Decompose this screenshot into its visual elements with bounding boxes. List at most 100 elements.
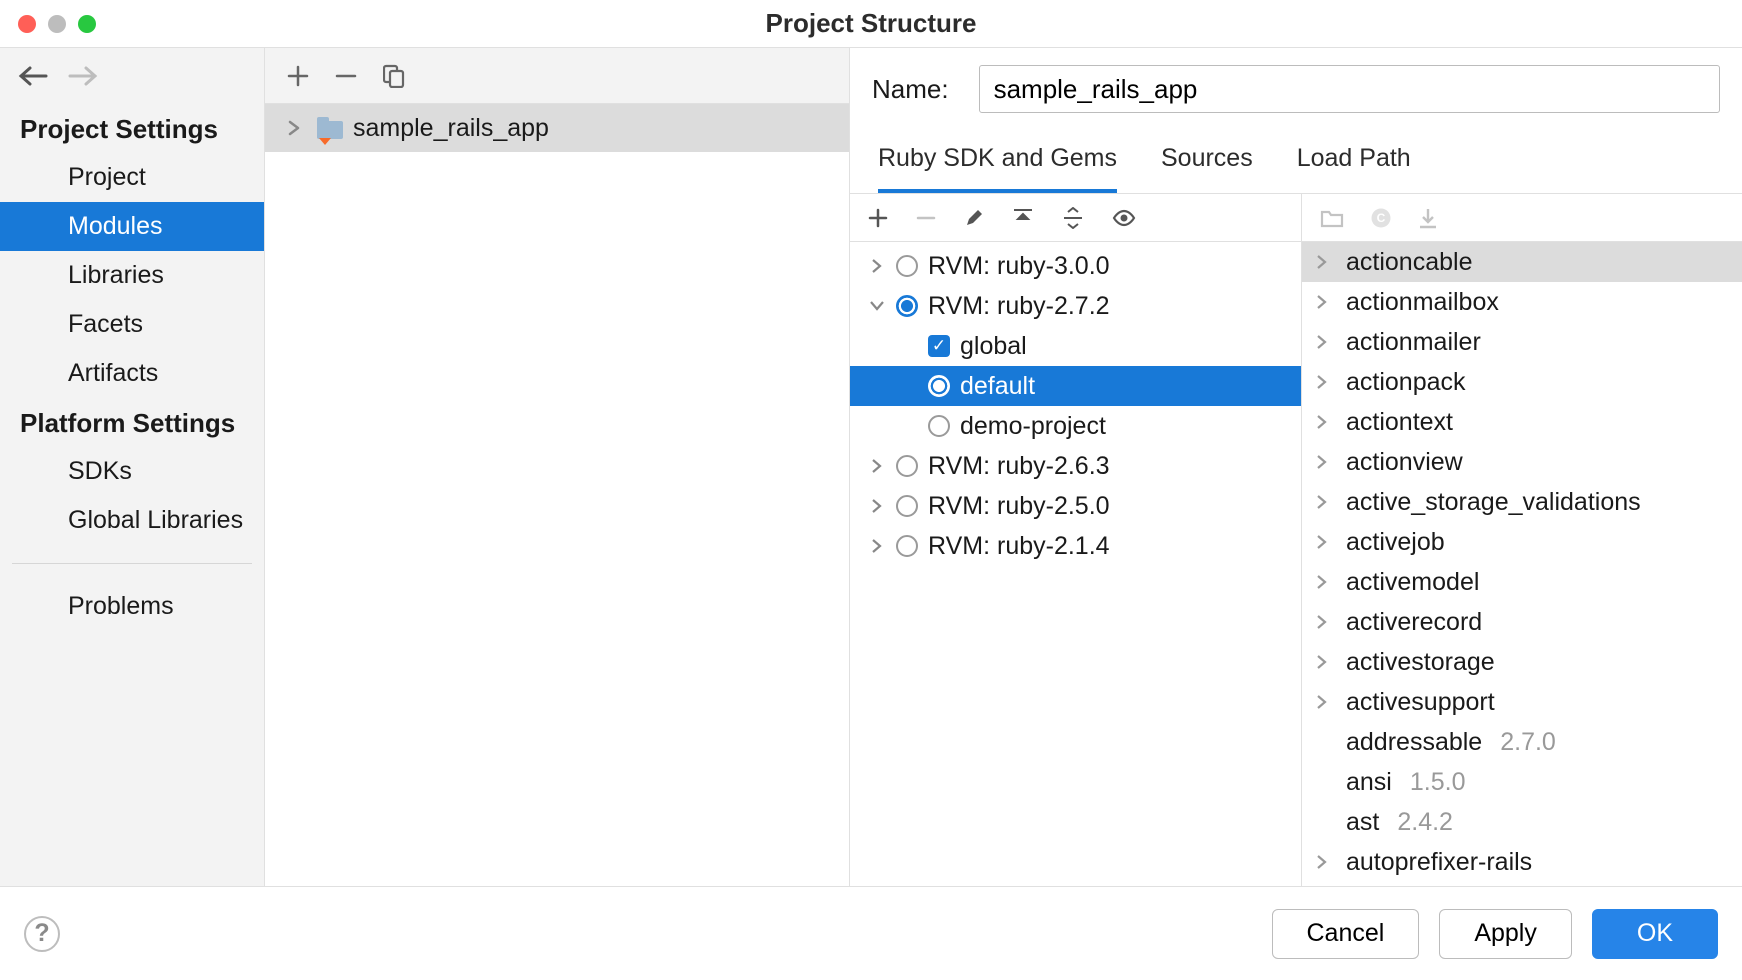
- sidebar-item-libraries[interactable]: Libraries: [0, 251, 264, 300]
- collapse-all-icon[interactable]: [1062, 207, 1084, 229]
- chevron-right-icon: [868, 539, 886, 553]
- show-icon[interactable]: [1112, 209, 1136, 227]
- gem-row[interactable]: activestorage: [1302, 642, 1742, 682]
- add-module-icon[interactable]: [287, 65, 309, 87]
- sdk-label: RVM: ruby-2.5.0: [928, 492, 1110, 521]
- tab-ruby-sdk-gems[interactable]: Ruby SDK and Gems: [878, 130, 1117, 193]
- expand-all-icon[interactable]: [1012, 207, 1034, 229]
- radio-icon[interactable]: [896, 295, 918, 317]
- gem-name: actionpack: [1346, 368, 1466, 397]
- gem-name: activestorage: [1346, 648, 1495, 677]
- copyright-icon[interactable]: C: [1370, 207, 1392, 229]
- sidebar: Project Settings Project Modules Librari…: [0, 48, 265, 886]
- chevron-right-icon: [868, 499, 886, 513]
- module-details-panel: Name: Ruby SDK and Gems Sources Load Pat…: [850, 48, 1742, 886]
- sdk-panel: RVM: ruby-3.0.0 RVM: ruby-2.7.2 ✓ global…: [850, 194, 1302, 886]
- gem-row[interactable]: addressable2.7.0: [1302, 722, 1742, 762]
- window-zoom-button[interactable]: [78, 15, 96, 33]
- ok-button[interactable]: OK: [1592, 909, 1718, 959]
- gem-row[interactable]: activerecord: [1302, 602, 1742, 642]
- sidebar-item-project[interactable]: Project: [0, 153, 264, 202]
- open-folder-icon[interactable]: [1320, 208, 1344, 228]
- sidebar-divider: [12, 563, 252, 564]
- gem-row[interactable]: activesupport: [1302, 682, 1742, 722]
- gem-row[interactable]: actionview: [1302, 442, 1742, 482]
- sidebar-item-sdks[interactable]: SDKs: [0, 447, 264, 496]
- window-minimize-button[interactable]: [48, 15, 66, 33]
- radio-icon[interactable]: [928, 415, 950, 437]
- gem-row[interactable]: actioncable: [1302, 242, 1742, 282]
- radio-icon[interactable]: [896, 455, 918, 477]
- gemset-row[interactable]: default: [850, 366, 1301, 406]
- tab-load-path[interactable]: Load Path: [1297, 130, 1411, 193]
- remove-module-icon[interactable]: [335, 65, 357, 87]
- radio-icon[interactable]: [896, 535, 918, 557]
- gem-row[interactable]: actionmailer: [1302, 322, 1742, 362]
- sdk-row[interactable]: RVM: ruby-2.7.2: [850, 286, 1301, 326]
- nav-forward-icon[interactable]: [68, 65, 98, 87]
- module-folder-icon: [317, 117, 343, 139]
- gem-row[interactable]: ast2.4.2: [1302, 802, 1742, 842]
- sidebar-item-artifacts[interactable]: Artifacts: [0, 349, 264, 398]
- tab-sources[interactable]: Sources: [1161, 130, 1253, 193]
- sdk-row[interactable]: RVM: ruby-2.6.3: [850, 446, 1301, 486]
- module-name-input[interactable]: [979, 65, 1720, 113]
- sdk-row[interactable]: RVM: ruby-2.5.0: [850, 486, 1301, 526]
- gem-name: addressable: [1346, 728, 1482, 757]
- sdk-label: RVM: ruby-2.7.2: [928, 292, 1110, 321]
- download-icon[interactable]: [1418, 207, 1438, 229]
- add-sdk-icon[interactable]: [868, 208, 888, 228]
- gem-row[interactable]: actiontext: [1302, 402, 1742, 442]
- gem-name: actionview: [1346, 448, 1463, 477]
- window-close-button[interactable]: [18, 15, 36, 33]
- gemset-row[interactable]: demo-project: [850, 406, 1301, 446]
- gemset-row[interactable]: ✓ global: [850, 326, 1301, 366]
- checkbox-icon[interactable]: ✓: [928, 335, 950, 357]
- radio-icon[interactable]: [896, 495, 918, 517]
- sidebar-item-modules[interactable]: Modules: [0, 202, 264, 251]
- chevron-right-icon: [287, 120, 301, 136]
- module-row[interactable]: sample_rails_app: [265, 104, 849, 152]
- radio-icon[interactable]: [896, 255, 918, 277]
- gem-name: autoprefixer-rails: [1346, 848, 1532, 877]
- dialog-footer: ? Cancel Apply OK: [0, 886, 1742, 980]
- gem-name: actiontext: [1346, 408, 1453, 437]
- gem-name: ast: [1346, 808, 1379, 837]
- chevron-right-icon: [1316, 375, 1332, 389]
- sdk-row[interactable]: RVM: ruby-3.0.0: [850, 246, 1301, 286]
- radio-icon[interactable]: [928, 375, 950, 397]
- copy-module-icon[interactable]: [383, 64, 405, 88]
- gem-row[interactable]: active_storage_validations: [1302, 482, 1742, 522]
- chevron-right-icon: [1316, 295, 1332, 309]
- sdk-label: RVM: ruby-3.0.0: [928, 252, 1110, 281]
- help-button[interactable]: ?: [24, 916, 60, 952]
- gems-panel: C actioncable actionmailbox actionmailer ac…: [1302, 194, 1742, 886]
- gem-version: 1.5.0: [1410, 768, 1466, 797]
- titlebar: Project Structure: [0, 0, 1742, 48]
- edit-sdk-icon[interactable]: [964, 208, 984, 228]
- sidebar-item-facets[interactable]: Facets: [0, 300, 264, 349]
- sidebar-item-problems[interactable]: Problems: [0, 582, 264, 631]
- gem-row[interactable]: actionmailbox: [1302, 282, 1742, 322]
- window-title: Project Structure: [766, 8, 977, 39]
- gem-name: activejob: [1346, 528, 1445, 557]
- nav-back-icon[interactable]: [18, 65, 48, 87]
- remove-sdk-icon[interactable]: [916, 208, 936, 228]
- gem-row[interactable]: actionpack: [1302, 362, 1742, 402]
- gem-row[interactable]: activejob: [1302, 522, 1742, 562]
- gem-name: activemodel: [1346, 568, 1479, 597]
- gem-name: activesupport: [1346, 688, 1495, 717]
- gem-name: actionmailer: [1346, 328, 1481, 357]
- sidebar-section-title: Platform Settings: [0, 398, 264, 447]
- sdk-row[interactable]: RVM: ruby-2.1.4: [850, 526, 1301, 566]
- chevron-right-icon: [1316, 615, 1332, 629]
- gem-row[interactable]: activemodel: [1302, 562, 1742, 602]
- sidebar-item-global-libraries[interactable]: Global Libraries: [0, 496, 264, 545]
- svg-text:C: C: [1377, 211, 1386, 225]
- name-label: Name:: [872, 74, 949, 105]
- gem-row[interactable]: autoprefixer-rails: [1302, 842, 1742, 882]
- apply-button[interactable]: Apply: [1439, 909, 1572, 959]
- cancel-button[interactable]: Cancel: [1272, 909, 1420, 959]
- gem-row[interactable]: ansi1.5.0: [1302, 762, 1742, 802]
- gem-name: actionmailbox: [1346, 288, 1499, 317]
